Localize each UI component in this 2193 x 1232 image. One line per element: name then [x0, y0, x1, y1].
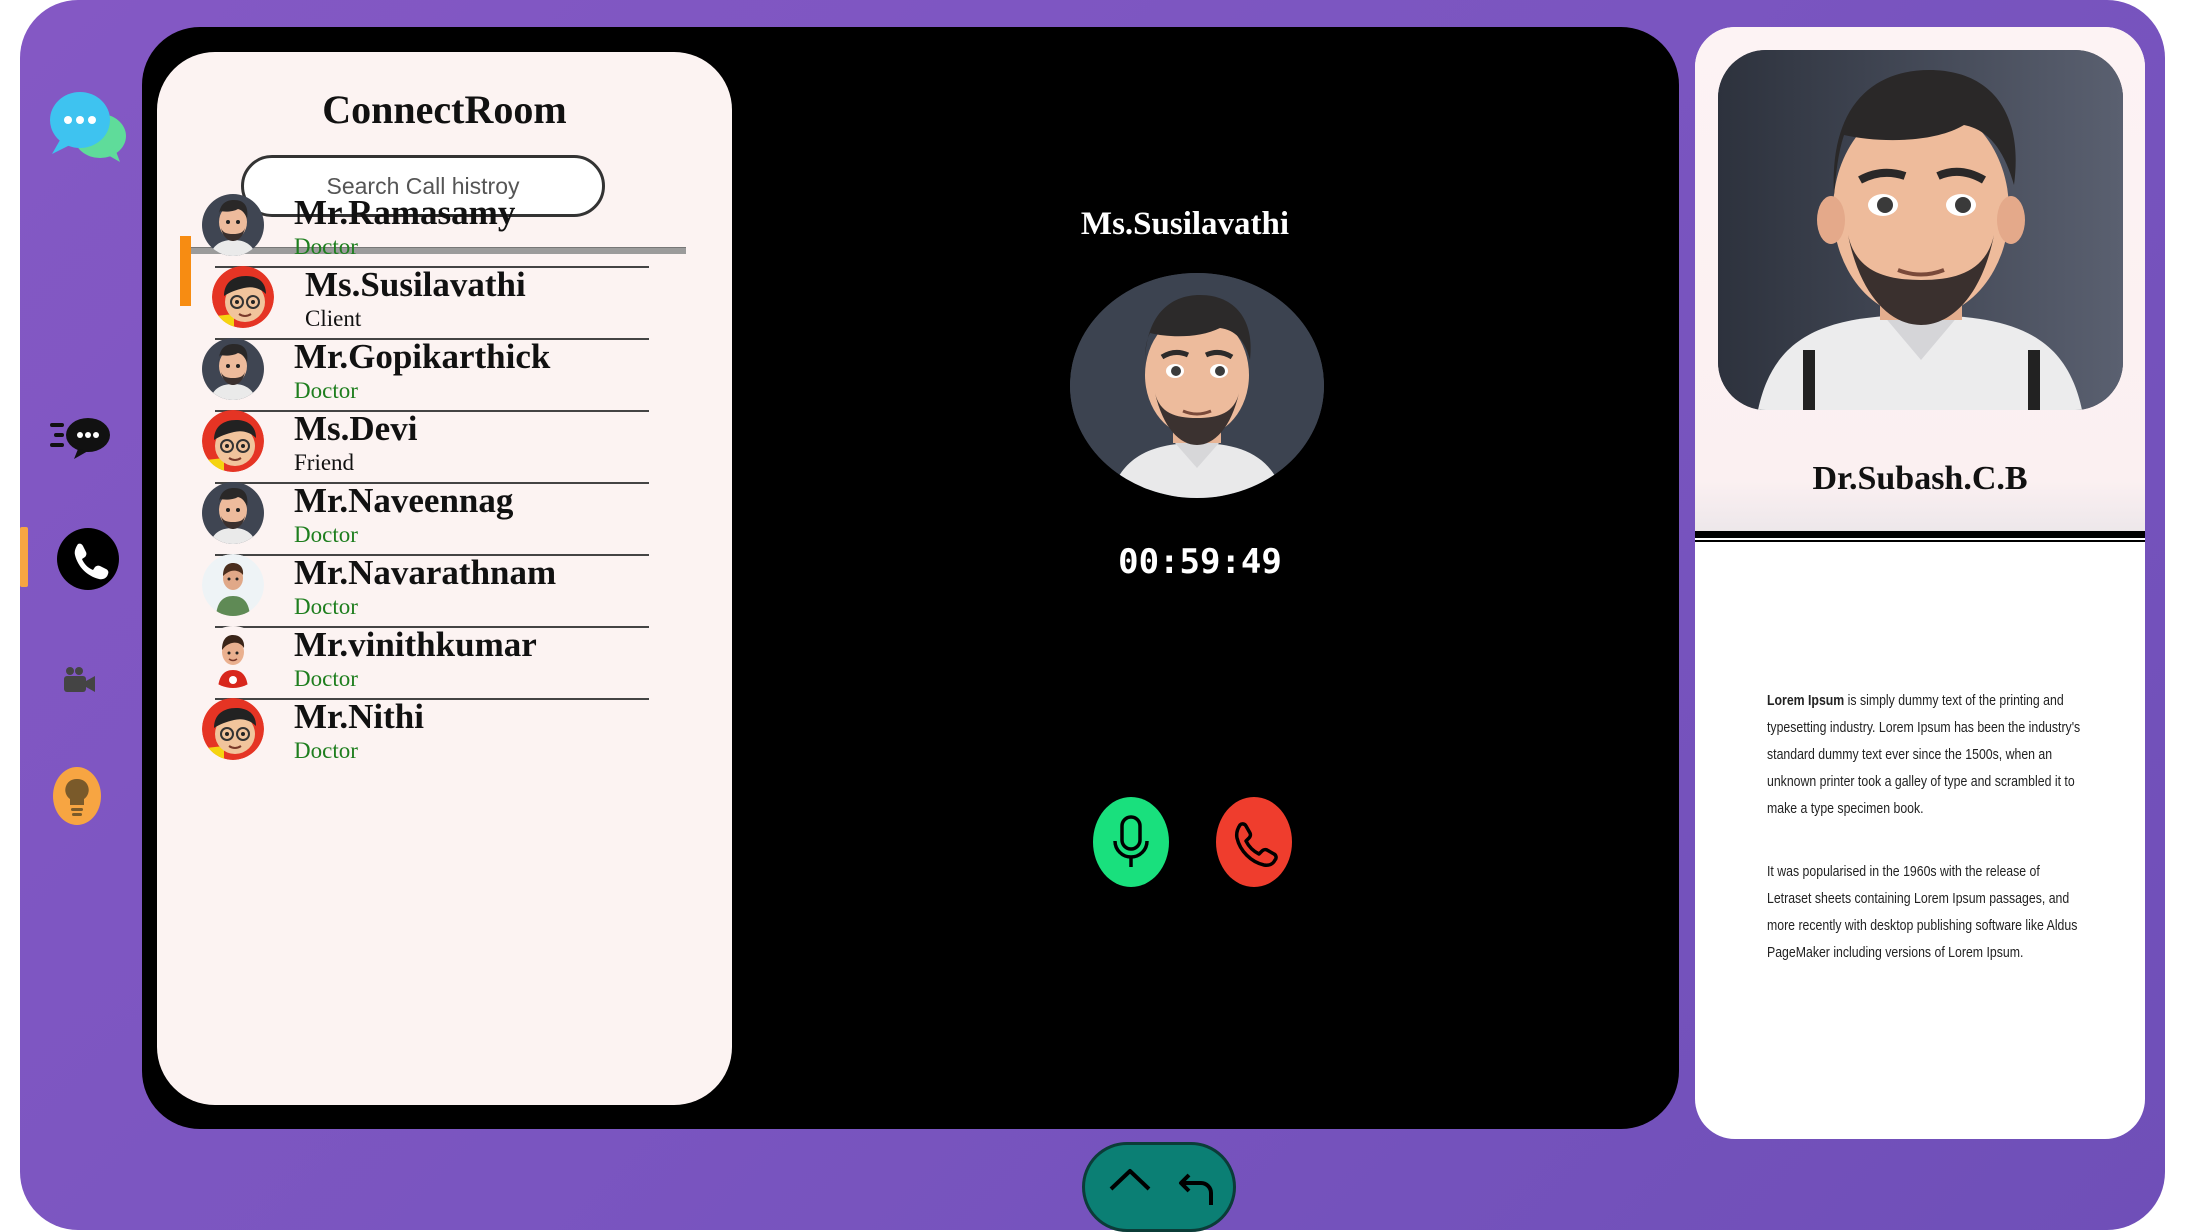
caller-avatar [1070, 273, 1324, 498]
contact-role: Doctor [294, 378, 358, 403]
profile-separator-thin [1695, 540, 2145, 542]
lightbulb-icon[interactable] [53, 767, 101, 825]
boy-glasses-avatar [202, 698, 264, 760]
mute-mic-button[interactable] [1093, 797, 1169, 887]
boy-glasses-avatar [202, 410, 264, 472]
profile-card: Dr.Subash.C.B Lorem Ipsum is simply dumm… [1695, 27, 2145, 1139]
phone-hangup-icon [1235, 822, 1278, 867]
bottom-nav [1082, 1142, 1236, 1232]
contact-name: Mr.vinithkumar [294, 625, 537, 664]
bio-lead: Lorem Ipsum [1767, 692, 1845, 709]
man-beard-avatar [202, 338, 264, 400]
contact-role: Doctor [294, 522, 358, 547]
contact-name: Mr.Navarathnam [294, 553, 557, 592]
contact-name: Mr.Nithi [294, 697, 424, 736]
contact-row[interactable]: Mr.Nithi Doctor [157, 697, 732, 800]
boy-glasses-avatar [212, 266, 274, 328]
contact-role: Doctor [294, 666, 358, 691]
chat-bubbles-icon[interactable] [48, 88, 128, 164]
boy-green-shirt-avatar [202, 554, 264, 616]
contact-role: Doctor [294, 738, 358, 763]
profile-bio: Lorem Ipsum is simply dummy text of the … [1767, 687, 2087, 1002]
contact-name: Ms.Susilavathi [305, 265, 526, 304]
contact-role: Client [305, 306, 362, 331]
app-title: ConnectRoom [322, 87, 567, 132]
contact-name: Ms.Devi [294, 409, 418, 448]
contact-role: Doctor [294, 594, 358, 619]
active-contact-marker [180, 236, 191, 306]
man-red-shirt-avatar [202, 626, 264, 688]
bio-paragraph-1: is simply dummy text of the printing and… [1767, 692, 2081, 817]
contacts-panel: ConnectRoom Mr.RamasamyDoctorMs.Susilava… [157, 52, 732, 1105]
fast-chat-icon[interactable] [48, 415, 112, 459]
profile-photo [1718, 50, 2123, 410]
caller-name: Ms.Susilavathi [1080, 206, 1290, 242]
man-beard-avatar-portrait [1718, 50, 2123, 410]
profile-name: Dr.Subash.C.B [1812, 460, 2028, 497]
call-timer: 00:59:49 [1118, 542, 1282, 582]
contact-name: Mr.Gopikarthick [294, 337, 551, 376]
man-beard-avatar-large [1070, 273, 1324, 498]
phone-icon[interactable] [57, 528, 119, 590]
man-beard-avatar [202, 194, 264, 256]
bio-paragraph-2: It was popularised in the 1960s with the… [1767, 863, 2078, 961]
man-beard-avatar [202, 482, 264, 544]
contact-name: Mr.Ramasamy [294, 193, 516, 232]
contact-role: Friend [294, 450, 355, 475]
contact-role: Doctor [294, 234, 358, 259]
microphone-icon [1113, 815, 1149, 867]
end-call-button[interactable] [1216, 797, 1292, 887]
back-arrow-icon[interactable] [1177, 1171, 1217, 1207]
video-camera-icon[interactable] [62, 666, 96, 694]
rail-active-indicator [20, 527, 28, 587]
profile-separator [1695, 531, 2145, 538]
home-icon[interactable] [1107, 1167, 1153, 1207]
contact-name: Mr.Naveennag [294, 481, 514, 520]
